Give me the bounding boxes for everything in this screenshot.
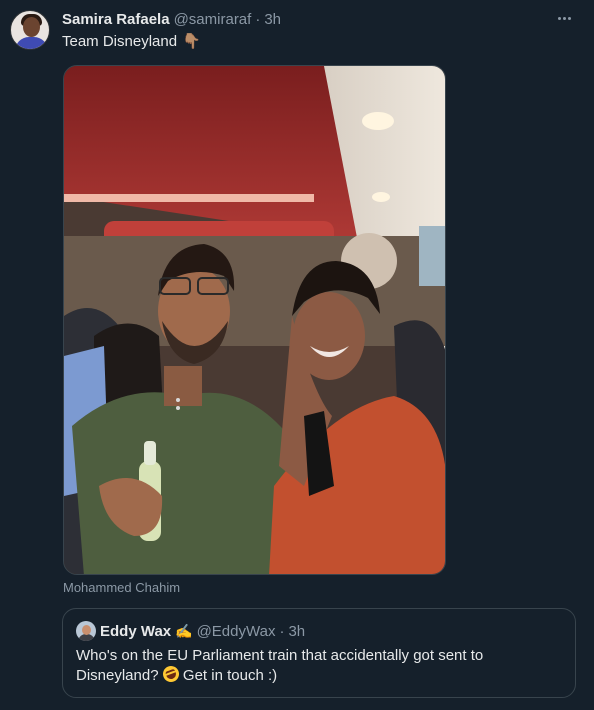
- quoted-author-name: Eddy Wax: [100, 622, 172, 640]
- more-horizontal-icon[interactable]: [552, 8, 576, 28]
- rolling-on-floor-laughing-icon: [160, 663, 181, 685]
- separator-dot: ·: [255, 10, 261, 28]
- tweet-photo[interactable]: [63, 65, 446, 575]
- quoted-text-after: Get in touch :): [182, 667, 278, 684]
- tweet-text-content: Team Disneyland: [62, 32, 178, 50]
- quoted-tweet-header: Eddy Wax ✍ @EddyWax · 3h: [100, 621, 305, 641]
- pointing-down-emoji: 👇🏽: [182, 33, 201, 50]
- tweet-timestamp[interactable]: 3h: [264, 11, 281, 28]
- writing-hand-emoji: ✍: [175, 622, 193, 639]
- photo-tag-caption[interactable]: Mohammed Chahim: [63, 580, 180, 595]
- quoted-separator-dot: ·: [279, 622, 285, 640]
- author-name[interactable]: Samira Rafaela: [62, 11, 170, 28]
- tweet[interactable]: Samira Rafaela @samiraraf · 3h Team Disn…: [0, 0, 594, 710]
- author-avatar[interactable]: [10, 10, 50, 50]
- quoted-text-before: Who's on the EU Parliament train that ac…: [76, 647, 484, 684]
- quoted-author-avatar: [76, 621, 96, 641]
- author-handle[interactable]: @samiraraf: [174, 11, 252, 28]
- tweet-text: Team Disneyland 👇🏽: [62, 32, 201, 51]
- quoted-tweet[interactable]: Eddy Wax ✍ @EddyWax · 3h Who's on the EU…: [62, 608, 576, 698]
- tweet-header: Samira Rafaela @samiraraf · 3h: [62, 9, 281, 29]
- quoted-tweet-text: Who's on the EU Parliament train that ac…: [76, 646, 566, 686]
- quoted-author-handle: @EddyWax: [196, 622, 276, 640]
- quoted-timestamp: 3h: [288, 622, 306, 640]
